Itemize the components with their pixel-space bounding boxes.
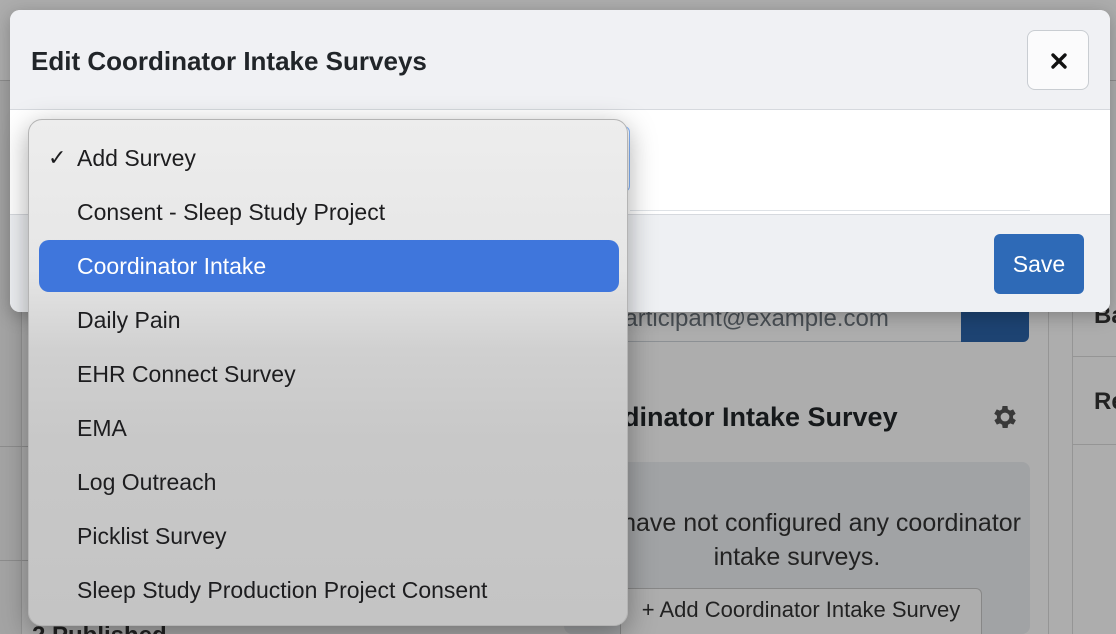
dropdown-option-label: Coordinator Intake xyxy=(77,253,267,279)
dropdown-option-label: Add Survey xyxy=(77,145,196,171)
dropdown-option-label: Sleep Study Production Project Consent xyxy=(77,577,488,603)
dropdown-option-label: EHR Connect Survey xyxy=(77,361,296,387)
dropdown-option-label: Daily Pain xyxy=(77,307,181,333)
dropdown-option-label: EMA xyxy=(77,415,127,441)
close-button[interactable] xyxy=(1027,30,1089,90)
dropdown-option[interactable]: EHR Connect Survey xyxy=(39,348,619,400)
save-button[interactable]: Save xyxy=(994,234,1084,294)
dropdown-option[interactable]: Sleep Study Production Project Consent xyxy=(39,564,619,616)
dropdown-option[interactable]: Daily Pain xyxy=(39,294,619,346)
dropdown-option[interactable]: EMA xyxy=(39,402,619,454)
dropdown-option[interactable]: Consent - Sleep Study Project xyxy=(39,186,619,238)
close-icon xyxy=(1051,53,1067,69)
dropdown-option-label: Consent - Sleep Study Project xyxy=(77,199,386,225)
modal-title: Edit Coordinator Intake Surveys xyxy=(31,46,427,76)
dropdown-option-label: Picklist Survey xyxy=(77,523,227,549)
dropdown-option[interactable]: Picklist Survey xyxy=(39,510,619,562)
dropdown-option-highlighted[interactable]: Coordinator Intake xyxy=(39,240,619,292)
dropdown-option[interactable]: ✓ Add Survey xyxy=(39,132,619,184)
survey-select-dropdown: ✓ Add Survey Consent - Sleep Study Proje… xyxy=(28,119,628,626)
dropdown-option[interactable]: Log Outreach xyxy=(39,456,619,508)
modal-header: Edit Coordinator Intake Surveys xyxy=(10,10,1110,110)
dropdown-option-label: Log Outreach xyxy=(77,469,217,495)
checkmark-icon: ✓ xyxy=(48,145,67,170)
modal-body-rule xyxy=(630,210,1030,211)
